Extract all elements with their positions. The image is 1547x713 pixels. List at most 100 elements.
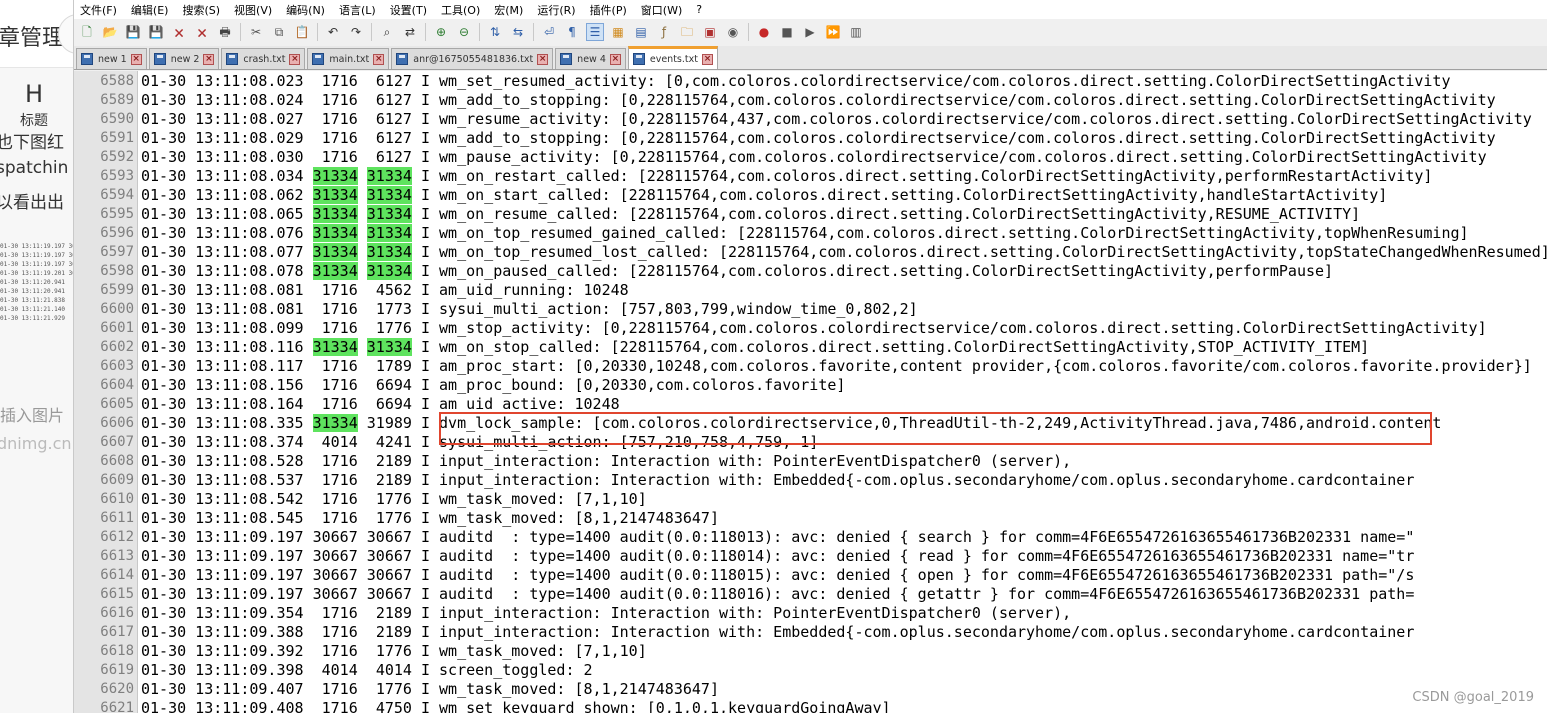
save-icon[interactable]: 💾 <box>124 23 142 41</box>
close-tab-icon[interactable]: × <box>130 53 142 65</box>
log-level: I <box>420 262 430 280</box>
menu-item[interactable]: ? <box>696 3 702 16</box>
log-tid: 6127 <box>375 72 412 90</box>
function-list-icon[interactable]: ƒ <box>655 23 673 41</box>
log-level: I <box>420 623 430 641</box>
thumbnail-line: 01-30 13:11:21.838 17 <box>0 297 73 304</box>
menu-item[interactable]: 视图(V) <box>234 2 272 18</box>
word-wrap-icon[interactable]: ⏎ <box>540 23 558 41</box>
log-level: I <box>420 680 430 698</box>
menu-item[interactable]: 语言(L) <box>339 2 376 18</box>
close-tab-icon[interactable]: × <box>701 53 713 65</box>
doc-list-icon[interactable]: ▣ <box>701 23 719 41</box>
paste-icon[interactable]: 📋 <box>293 23 311 41</box>
menu-item[interactable]: 宏(M) <box>494 2 523 18</box>
log-level: I <box>420 376 430 394</box>
play-macro-icon[interactable]: ▶ <box>801 23 819 41</box>
open-file-icon[interactable]: 📂 <box>101 23 119 41</box>
tab-anr-1675055481836-txt[interactable]: anr@1675055481836.txt × <box>391 48 554 69</box>
close-all-icon[interactable]: 🗙 <box>193 23 211 41</box>
line-number: 6590 <box>100 111 134 127</box>
sync-horizontal-icon[interactable]: ⇆ <box>509 23 527 41</box>
log-message: auditd : type=1400 audit(0.0:118016): av… <box>439 585 1415 603</box>
close-tab-icon[interactable]: × <box>203 53 215 65</box>
menu-item[interactable]: 窗口(W) <box>641 2 682 18</box>
monitoring-icon[interactable]: ◉ <box>724 23 742 41</box>
log-pid: 31334 <box>312 224 358 242</box>
line-number: 6604 <box>100 377 134 393</box>
cut-icon[interactable]: ✂ <box>247 23 265 41</box>
log-pid: 30667 <box>312 547 358 565</box>
close-tab-icon[interactable]: × <box>537 53 549 65</box>
log-message: wm_task_moved: [7,1,10] <box>439 642 647 660</box>
tab-main-txt[interactable]: main.txt × <box>307 48 390 69</box>
log-line-text: 01-30 13:11:09.197 30667 30667 I auditd … <box>141 566 1414 585</box>
log-line-text: 01-30 13:11:08.024 1716 6127 I wm_add_to… <box>141 91 1496 110</box>
thumbnail-line: 01-30 13:11:21.140 17 <box>0 306 73 313</box>
log-level: I <box>420 547 430 565</box>
save-all-icon[interactable]: 💾 <box>147 23 165 41</box>
log-line: 6591 01-30 13:11:08.029 1716 6127 I wm_ad… <box>74 129 1547 148</box>
show-all-chars-icon[interactable]: ¶ <box>563 23 581 41</box>
zoom-in-icon[interactable]: ⊕ <box>432 23 450 41</box>
tab-new-4[interactable]: new 4 × <box>555 48 626 69</box>
close-tab-icon[interactable]: × <box>373 53 385 65</box>
menu-item[interactable]: 编码(N) <box>286 2 325 18</box>
log-pid: 31334 <box>312 186 358 204</box>
insert-image-placeholder[interactable]: 插入图片 <box>0 402 64 426</box>
doc-map-icon[interactable]: ▤ <box>632 23 650 41</box>
folder-workspace-icon[interactable]: 🗀 <box>678 23 696 41</box>
log-message: am_proc_start: [0,20330,10248,com.coloro… <box>439 357 1532 375</box>
toolbar-separator <box>533 23 534 41</box>
tab-events-txt[interactable]: events.txt × <box>627 46 718 69</box>
sync-vertical-icon[interactable]: ⇅ <box>486 23 504 41</box>
thumbnail-line: 01-30 13:11:19.197 3066 <box>0 243 73 250</box>
log-message: wm_task_moved: [8,1,2147483647] <box>439 509 719 527</box>
close-tab-icon[interactable]: × <box>609 53 621 65</box>
menu-item[interactable]: 工具(O) <box>441 2 480 18</box>
log-pid: 30667 <box>312 528 358 546</box>
save-macro-icon[interactable]: ▥ <box>847 23 865 41</box>
log-pid: 1716 <box>321 129 358 147</box>
close-tab-icon[interactable]: × <box>289 53 301 65</box>
log-tid: 2189 <box>375 471 412 489</box>
log-tid: 31334 <box>366 205 412 223</box>
redo-icon[interactable]: ↷ <box>347 23 365 41</box>
undo-icon[interactable]: ↶ <box>324 23 342 41</box>
log-pid: 4014 <box>321 661 358 679</box>
log-timestamp: 01-30 13:11:09.197 <box>141 547 304 565</box>
log-line-text: 01-30 13:11:09.197 30667 30667 I auditd … <box>141 585 1414 604</box>
menu-item[interactable]: 运行(R) <box>537 2 575 18</box>
heading-icon[interactable]: H <box>25 80 43 108</box>
log-message: wm_set_keyguard_shown: [0,1,0,1,keyguard… <box>439 699 891 713</box>
close-icon[interactable]: 🗙 <box>170 23 188 41</box>
log-line: 6595 01-30 13:11:08.065 31334 31334 I wm_… <box>74 205 1547 224</box>
log-message: auditd : type=1400 audit(0.0:118013): av… <box>439 528 1415 546</box>
replace-icon[interactable]: ⇄ <box>401 23 419 41</box>
menu-item[interactable]: 搜索(S) <box>182 2 220 18</box>
tab-new-2[interactable]: new 2 × <box>148 48 220 69</box>
line-number: 6593 <box>100 168 134 184</box>
log-line-text: 01-30 13:11:09.354 1716 2189 I input_int… <box>141 604 1071 623</box>
menu-item[interactable]: 编辑(E) <box>131 2 169 18</box>
new-file-icon[interactable]: 🗋 <box>78 23 96 41</box>
udl-icon[interactable]: ▦ <box>609 23 627 41</box>
zoom-out-icon[interactable]: ⊖ <box>455 23 473 41</box>
log-pid: 1716 <box>321 680 358 698</box>
tab-new-1[interactable]: new 1 × <box>76 48 147 69</box>
log-tid: 31334 <box>366 224 412 242</box>
tab-crash-txt[interactable]: crash.txt × <box>221 48 306 69</box>
log-line-text: 01-30 13:11:08.078 31334 31334 I wm_on_p… <box>141 262 1333 281</box>
text-editor[interactable]: 6588 01-30 13:11:08.023 1716 6127 I wm_se… <box>74 71 1547 713</box>
run-macro-multiple-icon[interactable]: ⏩ <box>824 23 842 41</box>
menu-item[interactable]: 文件(F) <box>80 2 117 18</box>
log-tid: 30667 <box>366 528 412 546</box>
print-icon[interactable]: 🖶 <box>216 23 234 41</box>
stop-macro-icon[interactable]: ■ <box>778 23 796 41</box>
copy-icon[interactable]: ⧉ <box>270 23 288 41</box>
menu-item[interactable]: 设置(T) <box>390 2 427 18</box>
record-macro-icon[interactable]: ● <box>755 23 773 41</box>
menu-item[interactable]: 插件(P) <box>590 2 627 18</box>
indent-guide-icon[interactable]: ☰ <box>586 23 604 41</box>
find-icon[interactable]: ⌕ <box>378 23 396 41</box>
